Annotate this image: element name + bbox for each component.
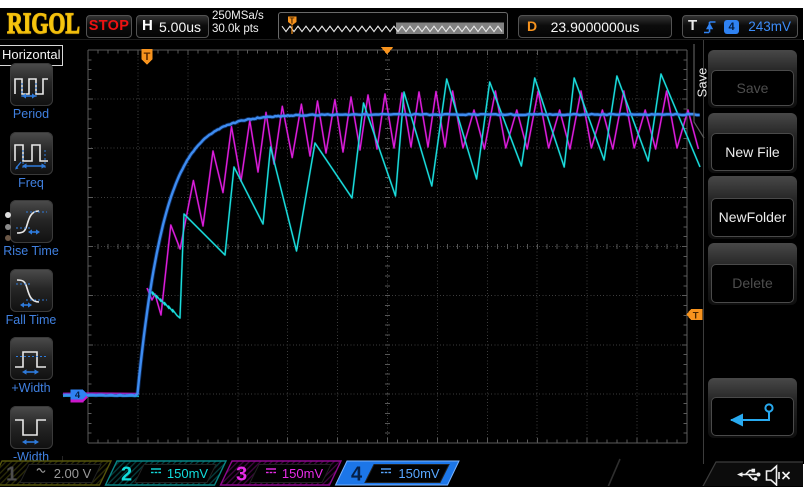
svg-text:1: 1 bbox=[6, 464, 17, 486]
svg-text:T: T bbox=[693, 310, 699, 321]
svg-text:2.00 V: 2.00 V bbox=[54, 466, 92, 481]
svg-text:150mV: 150mV bbox=[398, 466, 440, 481]
svg-text:T: T bbox=[290, 17, 295, 26]
svg-text:T: T bbox=[144, 51, 151, 63]
svg-text:2: 2 bbox=[121, 464, 132, 486]
svg-text:4: 4 bbox=[351, 464, 363, 486]
svg-text:4: 4 bbox=[75, 390, 81, 401]
svg-text:150mV: 150mV bbox=[167, 466, 209, 481]
svg-text:3: 3 bbox=[236, 464, 247, 486]
svg-text:150mV: 150mV bbox=[282, 466, 324, 481]
